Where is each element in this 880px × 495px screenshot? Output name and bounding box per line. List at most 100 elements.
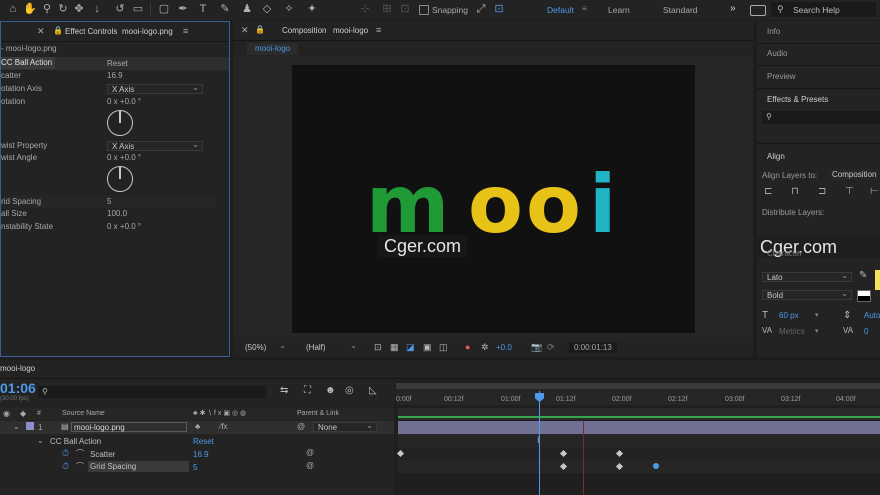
align-layers-to-dropdown[interactable]: Composition <box>829 169 880 180</box>
effect-controls-tab-label[interactable]: Effect Controls <box>65 22 117 41</box>
prop-instability-value[interactable]: 0 x +0.0 ° <box>107 221 141 233</box>
safe-margins-icon[interactable]: ▣ <box>423 342 432 353</box>
comp-panel-menu-icon[interactable]: ≡ <box>376 25 381 35</box>
effect-twirl-icon[interactable]: ⌄ <box>37 436 44 445</box>
hand-tool-icon[interactable]: ✋ <box>23 2 37 16</box>
snap-features-icon[interactable]: ⊡ <box>492 2 506 16</box>
snapshot-icon[interactable]: 📷 <box>531 342 542 353</box>
tab-info[interactable]: Info <box>767 27 780 36</box>
layer-duration-bar[interactable] <box>398 421 880 434</box>
scatter-stopwatch-icon[interactable]: ⏱ <box>62 448 69 459</box>
mask-visibility-icon[interactable]: ◪ <box>406 342 415 353</box>
grid-spacing-expression-icon[interactable]: @ <box>306 461 314 470</box>
comp-lock-icon[interactable]: 🔒 <box>255 25 265 34</box>
tab-effects-presets[interactable]: Effects & Presets <box>767 95 828 104</box>
composition-tab-prefix[interactable]: Composition <box>282 21 326 40</box>
current-time-display[interactable]: 01:06 <box>0 380 36 396</box>
puppet-pin-tool-icon[interactable]: ✦ <box>305 2 319 16</box>
shy-layers-icon[interactable]: ☻ <box>325 385 336 396</box>
comp-timecode[interactable]: 0:00:01:13 <box>569 342 617 353</box>
transparency-grid-icon[interactable]: ▦ <box>390 342 399 353</box>
align-vcenter-icon[interactable]: ⊢ <box>870 186 879 197</box>
zoom-dropdown[interactable]: (50%) <box>240 341 290 352</box>
twist-property-dropdown[interactable]: X Axis <box>107 140 203 151</box>
rotation-axis-dropdown[interactable]: X Axis <box>107 83 203 94</box>
tracking-value[interactable]: 0 <box>864 327 868 336</box>
font-family-dropdown[interactable]: Lato <box>762 271 852 282</box>
prop-scatter-value[interactable]: 16.9 <box>107 70 123 82</box>
parent-dropdown[interactable]: None <box>313 421 377 432</box>
keyframe-selected[interactable] <box>653 463 659 469</box>
axis-world-icon[interactable]: ⊞ <box>380 2 394 16</box>
align-hcenter-icon[interactable]: ⊓ <box>791 186 799 197</box>
share-icon[interactable] <box>750 5 766 16</box>
timeline-effect-name[interactable]: CC Ball Action <box>50 436 106 447</box>
effect-name[interactable]: CC Ball Action <box>1 57 56 69</box>
axis-view-icon[interactable]: ⊡ <box>398 2 412 16</box>
resolution-dropdown[interactable]: (Half) <box>301 341 361 352</box>
col-source-name-header[interactable]: Source Name <box>62 410 105 417</box>
kerning-dropdown-icon[interactable]: ▾ <box>815 327 819 335</box>
prop-rotation-value[interactable]: 0 x +0.0 ° <box>107 96 141 108</box>
motion-blur-icon[interactable]: ◎ <box>345 385 354 396</box>
layer-twirl-icon[interactable]: ⌄ <box>13 422 20 431</box>
grid-spacing-graph-icon[interactable]: ⌒ <box>76 461 84 472</box>
layer-fx-switch[interactable]: ∕fx <box>220 422 228 431</box>
comp-sub-tab[interactable]: mooi-logo <box>247 43 299 55</box>
type-tool-icon[interactable]: T <box>196 2 210 16</box>
align-top-icon[interactable]: ⊤ <box>845 186 854 197</box>
stroke-color-swatch[interactable] <box>857 290 871 302</box>
fill-color-swatch[interactable] <box>875 270 880 290</box>
tab-preview[interactable]: Preview <box>767 72 795 81</box>
kerning-value[interactable]: Metrics <box>779 327 805 336</box>
timeline-effect-reset[interactable]: Reset <box>193 437 214 446</box>
font-size-dropdown-icon[interactable]: ▾ <box>815 311 819 319</box>
region-of-interest-icon[interactable]: ⊡ <box>374 342 382 353</box>
camera-tool-icon[interactable]: ▭ <box>131 2 145 16</box>
comp-mini-flowchart-icon[interactable]: ⇆ <box>280 385 288 396</box>
font-style-dropdown[interactable]: Bold <box>762 289 852 300</box>
timeline-scatter-value[interactable]: 16.9 <box>193 450 209 459</box>
graph-editor-icon[interactable]: ◺ <box>369 385 377 396</box>
more-workspaces-icon[interactable]: » <box>730 3 736 14</box>
prop-grid-spacing-value[interactable]: 5 <box>107 196 111 208</box>
3d-view-icon[interactable]: ◫ <box>439 342 448 353</box>
search-help-box[interactable]: ⚲ Search Help <box>771 2 876 17</box>
lock-icon[interactable]: 🔒 <box>53 26 63 35</box>
pen-tool-icon[interactable]: ✒ <box>176 2 190 16</box>
align-left-icon[interactable]: ⊏ <box>764 186 772 197</box>
workspace-default[interactable]: Default <box>547 5 574 15</box>
grid-spacing-stopwatch-icon[interactable]: ⏱ <box>62 461 69 472</box>
brush-tool-icon[interactable]: ✎ <box>218 2 232 16</box>
exposure-reset-icon[interactable]: ✲ <box>481 342 489 353</box>
layer-label-color[interactable] <box>26 422 34 430</box>
effect-controls-layer-name[interactable]: mooi-logo.png <box>122 22 173 41</box>
font-size-value[interactable]: 60 px <box>779 311 799 320</box>
exposure-value[interactable]: +0.0 <box>496 343 512 352</box>
eraser-tool-icon[interactable]: ◇ <box>260 2 274 16</box>
workspace-menu-icon[interactable]: ≡ <box>582 4 587 13</box>
twist-angle-dial[interactable] <box>107 166 133 192</box>
timeline-comp-tab[interactable]: mooi-logo <box>0 364 35 373</box>
eyedropper-icon[interactable]: ✎ <box>859 270 867 281</box>
workspace-learn[interactable]: Learn <box>608 5 630 15</box>
comp-close-icon[interactable]: ✕ <box>241 25 249 36</box>
effects-search-input[interactable]: ⚲ <box>762 111 880 124</box>
show-snapshot-icon[interactable]: ⟳ <box>547 342 555 353</box>
close-icon[interactable]: ✕ <box>37 26 45 37</box>
channel-icon[interactable]: ● <box>465 342 470 352</box>
dolly-tool-icon[interactable]: ↓ <box>90 2 104 16</box>
comp-canvas[interactable]: m o o i <box>292 65 695 333</box>
workspace-standard[interactable]: Standard <box>663 5 698 15</box>
home-icon[interactable]: ⌂ <box>6 2 20 16</box>
timeline-grid-spacing-value[interactable]: 5 <box>193 463 197 472</box>
tab-audio[interactable]: Audio <box>767 49 787 58</box>
clone-stamp-tool-icon[interactable]: ♟ <box>240 2 254 16</box>
snapping-checkbox[interactable] <box>419 5 429 15</box>
timeline-search-input[interactable]: ⚲ <box>38 386 266 398</box>
scatter-expression-icon[interactable]: @ <box>306 448 314 457</box>
composition-tab-name[interactable]: mooi-logo <box>333 21 368 40</box>
zoom-tool-icon[interactable]: ⚲ <box>40 2 54 16</box>
axis-local-icon[interactable]: ⊹ <box>358 2 372 16</box>
prop-twist-angle-value[interactable]: 0 x +0.0 ° <box>107 152 141 164</box>
